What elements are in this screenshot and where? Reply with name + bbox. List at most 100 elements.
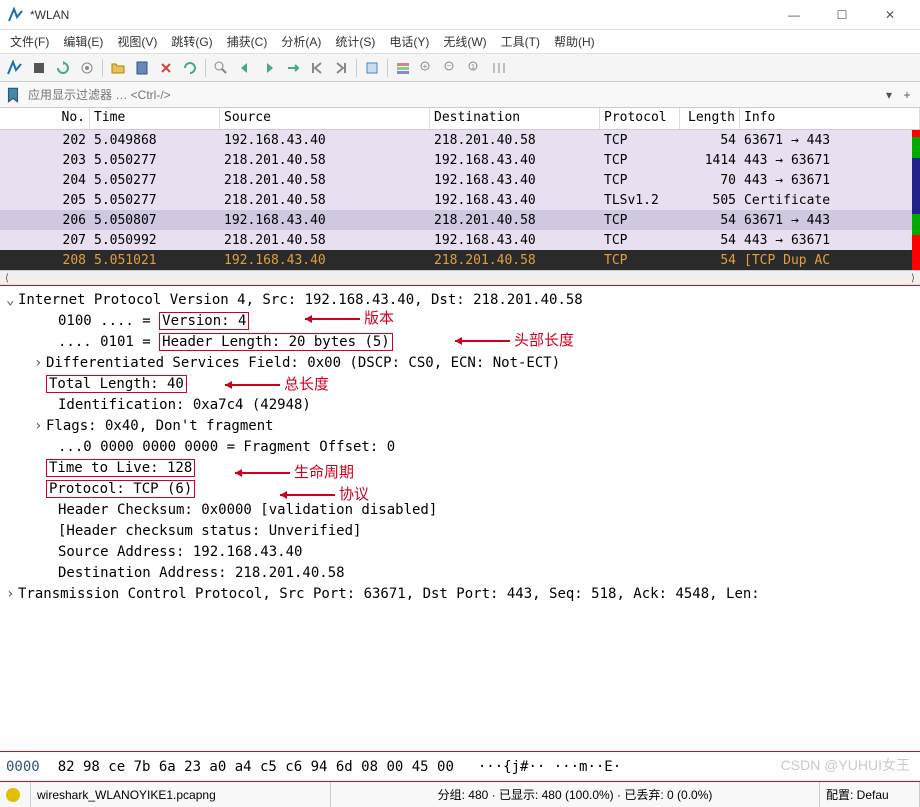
identification-field[interactable]: Identification: 0xa7c4 (42948) (58, 397, 311, 413)
menu-tools[interactable]: 工具(T) (495, 31, 546, 52)
checksum-status-field[interactable]: [Header checksum status: Unverified] (58, 523, 361, 539)
go-last-icon[interactable] (330, 57, 352, 79)
status-profile[interactable]: 配置: Defau (820, 782, 920, 807)
packet-hscroll[interactable]: ⟨⟩ (0, 270, 920, 286)
bookmark-icon[interactable] (4, 86, 22, 104)
hex-ascii: ···{j#·· ···m··E· (478, 759, 621, 775)
checksum-field[interactable]: Header Checksum: 0x0000 [validation disa… (58, 502, 437, 518)
title-bar: *WLAN — ☐ ✕ (0, 0, 920, 30)
packet-list-pane: No. Time Source Destination Protocol Len… (0, 108, 920, 270)
stop-capture-icon[interactable] (28, 57, 50, 79)
col-protocol[interactable]: Protocol (600, 108, 680, 129)
packet-details-pane: ⌄Internet Protocol Version 4, Src: 192.1… (0, 286, 920, 751)
menu-file[interactable]: 文件(F) (4, 31, 55, 52)
zoom-reset-icon[interactable]: 1 (464, 57, 486, 79)
svg-text:+: + (423, 62, 428, 71)
menu-view[interactable]: 视图(V) (111, 31, 163, 52)
menu-telephony[interactable]: 电话(Y) (383, 31, 435, 52)
packet-row[interactable]: 2055.050277218.201.40.58192.168.43.40TLS… (0, 190, 920, 210)
maximize-button[interactable]: ☐ (820, 1, 864, 29)
auto-scroll-icon[interactable] (361, 57, 383, 79)
packet-row[interactable]: 2065.050807192.168.43.40218.201.40.58TCP… (0, 210, 920, 230)
fragment-offset-field[interactable]: ...0 0000 0000 0000 = Fragment Offset: 0 (58, 439, 395, 455)
annotation-ttl: 生命周期 (230, 462, 354, 485)
menu-edit[interactable]: 编辑(E) (57, 31, 109, 52)
display-filter-input[interactable] (24, 86, 880, 104)
toolbar: + − 1 (0, 54, 920, 82)
go-back-icon[interactable] (234, 57, 256, 79)
display-filter-bar: ▾ + (0, 82, 920, 108)
app-icon (8, 7, 24, 23)
window-title: *WLAN (30, 8, 772, 22)
menu-go[interactable]: 跳转(G) (165, 31, 218, 52)
packet-row[interactable]: 2025.049868192.168.43.40218.201.40.58TCP… (0, 130, 920, 150)
expert-info-icon (6, 788, 20, 802)
dsf-field[interactable]: Differentiated Services Field: 0x00 (DSC… (46, 355, 560, 371)
minimize-button[interactable]: — (772, 1, 816, 29)
col-source[interactable]: Source (220, 108, 430, 129)
annotation-totallen: 总长度 (220, 374, 329, 397)
expert-info-button[interactable] (0, 782, 31, 807)
expand-icon[interactable]: ⌄ (6, 290, 18, 311)
go-forward-icon[interactable] (258, 57, 280, 79)
reload-icon[interactable] (179, 57, 201, 79)
colorize-icon[interactable] (392, 57, 414, 79)
packet-row[interactable]: 2035.050277218.201.40.58192.168.43.40TCP… (0, 150, 920, 170)
capture-options-icon[interactable] (76, 57, 98, 79)
flags-field[interactable]: Flags: 0x40, Don't fragment (46, 418, 274, 434)
col-no[interactable]: No. (0, 108, 90, 129)
src-address-field[interactable]: Source Address: 192.168.43.40 (58, 544, 302, 560)
close-file-icon[interactable] (155, 57, 177, 79)
col-info[interactable]: Info (740, 108, 920, 129)
col-destination[interactable]: Destination (430, 108, 600, 129)
expand-icon[interactable]: › (6, 584, 18, 605)
packet-overview-strip[interactable] (912, 130, 920, 270)
menu-bar: 文件(F) 编辑(E) 视图(V) 跳转(G) 捕获(C) 分析(A) 统计(S… (0, 30, 920, 54)
filter-expression-icon[interactable]: ▾ (880, 86, 898, 104)
hex-bytes: 82 98 ce 7b 6a 23 a0 a4 c5 c6 94 6d 08 0… (58, 759, 454, 775)
save-file-icon[interactable] (131, 57, 153, 79)
total-length-field[interactable]: Total Length: 40 (46, 375, 187, 393)
annotation-protocol: 协议 (275, 484, 369, 507)
svg-text:1: 1 (471, 64, 475, 71)
header-length-field[interactable]: Header Length: 20 bytes (5) (159, 333, 393, 351)
menu-capture[interactable]: 捕获(C) (221, 31, 274, 52)
go-first-icon[interactable] (306, 57, 328, 79)
close-button[interactable]: ✕ (868, 1, 912, 29)
menu-stats[interactable]: 统计(S) (329, 31, 381, 52)
ipv4-header-line[interactable]: Internet Protocol Version 4, Src: 192.16… (18, 292, 583, 308)
tcp-header-line[interactable]: Transmission Control Protocol, Src Port:… (18, 586, 760, 602)
protocol-field[interactable]: Protocol: TCP (6) (46, 480, 195, 498)
menu-analyze[interactable]: 分析(A) (275, 31, 327, 52)
annotation-version: 版本 (300, 308, 394, 331)
version-field[interactable]: Version: 4 (159, 312, 249, 330)
packet-row[interactable]: 2075.050992218.201.40.58192.168.43.40TCP… (0, 230, 920, 250)
menu-help[interactable]: 帮助(H) (548, 31, 601, 52)
start-capture-icon[interactable] (4, 57, 26, 79)
expand-icon[interactable]: › (34, 416, 46, 437)
watermark: CSDN @YUHUI女王 (781, 755, 910, 775)
zoom-out-icon[interactable]: − (440, 57, 462, 79)
packet-row[interactable]: 2045.050277218.201.40.58192.168.43.40TCP… (0, 170, 920, 190)
resize-columns-icon[interactable] (488, 57, 510, 79)
filter-plus-icon[interactable]: + (898, 86, 916, 104)
status-file: wireshark_WLANOYIKE1.pcapng (31, 782, 331, 807)
ttl-field[interactable]: Time to Live: 128 (46, 459, 195, 477)
open-file-icon[interactable] (107, 57, 129, 79)
restart-capture-icon[interactable] (52, 57, 74, 79)
col-length[interactable]: Length (680, 108, 740, 129)
annotation-headerlen: 头部长度 (450, 330, 574, 353)
hex-offset: 0000 (6, 759, 40, 775)
find-icon[interactable] (210, 57, 232, 79)
dst-address-field[interactable]: Destination Address: 218.201.40.58 (58, 565, 345, 581)
svg-text:−: − (447, 61, 452, 70)
status-bar: wireshark_WLANOYIKE1.pcapng 分组: 480 · 已显… (0, 781, 920, 807)
zoom-in-icon[interactable]: + (416, 57, 438, 79)
menu-wireless[interactable]: 无线(W) (437, 31, 492, 52)
col-time[interactable]: Time (90, 108, 220, 129)
status-stats: 分组: 480 · 已显示: 480 (100.0%) · 已丢弃: 0 (0.… (331, 782, 820, 807)
expand-icon[interactable]: › (34, 353, 46, 374)
packet-list-header: No. Time Source Destination Protocol Len… (0, 108, 920, 130)
go-to-packet-icon[interactable] (282, 57, 304, 79)
packet-row[interactable]: 2085.051021192.168.43.40218.201.40.58TCP… (0, 250, 920, 270)
